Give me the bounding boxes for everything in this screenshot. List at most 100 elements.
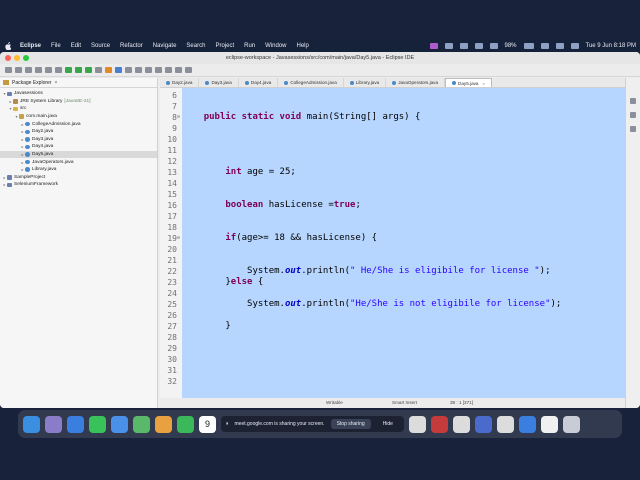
new-icon[interactable]	[5, 67, 12, 73]
code-line[interactable]: 15	[160, 189, 625, 200]
code-line[interactable]: 7	[160, 101, 625, 112]
tree-item[interactable]: ▸ JavaOperators.java	[0, 158, 157, 166]
code-line[interactable]: 28	[160, 332, 625, 343]
menu-search[interactable]: Search	[186, 43, 205, 49]
tree-item[interactable]: ▾ com.main.java	[0, 113, 157, 121]
menu-project[interactable]: Project	[215, 43, 234, 49]
chrome-icon[interactable]	[496, 415, 514, 433]
launchpad-icon[interactable]	[45, 415, 62, 433]
battery-percentage[interactable]: 98%	[505, 43, 517, 49]
code-line[interactable]: 31	[160, 365, 625, 376]
code-line[interactable]: 17	[160, 211, 625, 222]
control-center-icon[interactable]	[570, 43, 579, 49]
battery-icon[interactable]	[523, 43, 534, 49]
code-line[interactable]: 8 ⊖ public static void main(String[] args…	[160, 112, 625, 123]
tree-item[interactable]: ▸ CollegeAdmission.java	[0, 120, 157, 128]
chrome-icon[interactable]	[408, 415, 426, 433]
menu-file[interactable]: File	[51, 43, 61, 49]
code-line[interactable]: 20	[160, 244, 625, 255]
facetime-icon[interactable]	[177, 415, 194, 433]
editor-tab[interactable]: Library.java	[344, 78, 387, 87]
search-icon[interactable]	[555, 43, 564, 49]
outline-icon[interactable]	[630, 98, 636, 104]
tree-item[interactable]: ▾ src	[0, 105, 157, 113]
code-line[interactable]: 13 int age = 25;	[160, 167, 625, 178]
editor-tab[interactable]: CollegeAdmission.java	[278, 78, 344, 87]
toolbar-icon[interactable]	[175, 67, 182, 73]
code-line[interactable]: 18	[160, 222, 625, 233]
status-icon[interactable]	[459, 43, 468, 49]
menu-refactor[interactable]: Refactor	[120, 43, 143, 49]
app-icon[interactable]	[474, 415, 492, 433]
menu-window[interactable]: Window	[265, 43, 286, 49]
code-line[interactable]: 14	[160, 178, 625, 189]
editor-tab[interactable]: JavaOperators.java	[386, 78, 446, 87]
new-class-icon[interactable]	[115, 67, 122, 73]
package-explorer-header[interactable]: Package Explorer ×	[0, 78, 157, 88]
new-package-icon[interactable]	[105, 67, 112, 73]
messages-icon[interactable]	[89, 415, 106, 433]
menu-navigate[interactable]: Navigate	[153, 43, 177, 49]
document-icon[interactable]	[540, 415, 558, 433]
maps-icon[interactable]	[133, 415, 150, 433]
toolbar-icon[interactable]	[185, 67, 192, 73]
menu-app-name[interactable]: Eclipse	[20, 43, 41, 49]
safari-icon[interactable]	[518, 415, 536, 433]
debug-icon[interactable]	[65, 67, 72, 73]
toolbar-icon[interactable]	[95, 67, 102, 73]
code-line[interactable]: 30	[160, 354, 625, 365]
tree-item[interactable]: ▸ JRE System Library [JavaSE-21]	[0, 98, 157, 106]
toolbar-icon[interactable]	[45, 67, 52, 73]
menu-source[interactable]: Source	[91, 43, 110, 49]
run-icon[interactable]	[75, 67, 82, 73]
chrome-icon[interactable]	[452, 415, 470, 433]
tree-item[interactable]: ▸ Day4.java	[0, 143, 157, 151]
safari-icon[interactable]	[67, 415, 84, 433]
tree-item[interactable]: ▸ SeleniumFramework	[0, 181, 157, 189]
apple-menu-icon[interactable]	[4, 42, 12, 50]
tree-item[interactable]: ▸ Day3.java	[0, 136, 157, 144]
code-line[interactable]: 27 }	[160, 321, 625, 332]
app-icon[interactable]	[430, 415, 448, 433]
tree-item[interactable]: ▸ SampleProject	[0, 174, 157, 182]
code-line[interactable]: 9	[160, 123, 625, 134]
menubar-clock[interactable]: Tue 9 Jun 8:18 PM	[586, 43, 636, 49]
photos-icon[interactable]	[155, 415, 172, 433]
code-line[interactable]: 22 System.out.println(" He/She is eligib…	[160, 266, 625, 277]
finder-icon[interactable]	[23, 415, 40, 433]
toolbar-icon[interactable]	[135, 67, 142, 73]
status-icon[interactable]	[444, 43, 453, 49]
code-line[interactable]: 23 }else {	[160, 277, 625, 288]
tree-item[interactable]: ▸ Day2.java	[0, 128, 157, 136]
code-line[interactable]: 10	[160, 134, 625, 145]
tree-item[interactable]: ▸ Day5.java	[0, 150, 157, 159]
save-all-icon[interactable]	[25, 67, 32, 73]
toolbar-icon[interactable]	[125, 67, 132, 73]
code-line[interactable]: 19 ⊖ if(age>= 18 && hasLicense) {	[160, 233, 625, 244]
code-line[interactable]: 12	[160, 156, 625, 167]
editor-tab[interactable]: Day4.java	[239, 78, 279, 87]
problems-icon[interactable]	[630, 126, 636, 132]
toolbar-icon[interactable]	[55, 67, 62, 73]
toolbar-icon[interactable]	[35, 67, 42, 73]
code-line[interactable]: 29	[160, 343, 625, 354]
coverage-icon[interactable]	[85, 67, 92, 73]
calendar-icon[interactable]: 9	[199, 415, 216, 433]
trash-icon[interactable]	[562, 415, 580, 433]
editor-tab[interactable]: Day2.java	[160, 78, 200, 87]
code-line[interactable]: 16 boolean hasLicense =true;	[160, 200, 625, 211]
tree-item[interactable]: ▸ Library.java	[0, 166, 157, 174]
hide-button[interactable]: Hide	[377, 419, 399, 429]
code-line[interactable]: 25 System.out.println("He/She is not eli…	[160, 299, 625, 310]
toolbar-icon[interactable]	[145, 67, 152, 73]
close-icon[interactable]: ×	[54, 80, 57, 86]
code-line[interactable]: 24	[160, 288, 625, 299]
close-tab-icon[interactable]: ×	[482, 81, 484, 86]
code-line[interactable]: 21	[160, 255, 625, 266]
tree-item[interactable]: ▾ Javasessions	[0, 90, 157, 98]
code-line[interactable]: 11	[160, 145, 625, 156]
toolbar-icon[interactable]	[165, 67, 172, 73]
menu-help[interactable]: Help	[296, 43, 308, 49]
stop-sharing-button[interactable]: Stop sharing	[330, 419, 371, 429]
code-editor[interactable]: 6 7 8 ⊖ public static void main(String[] ar…	[160, 88, 625, 398]
